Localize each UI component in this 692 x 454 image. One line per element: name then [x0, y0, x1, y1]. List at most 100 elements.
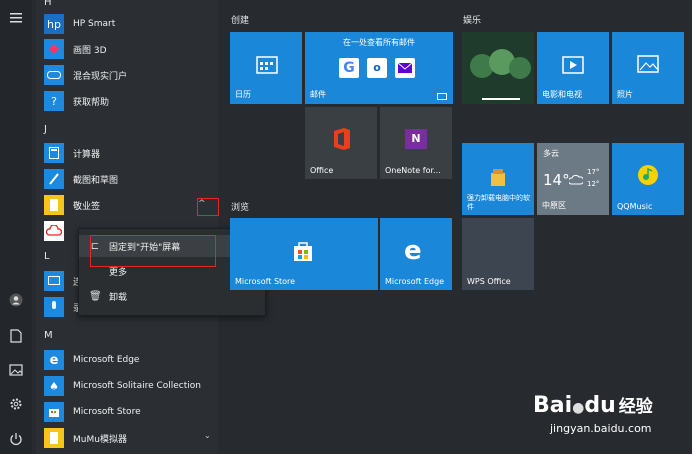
mail-header: 在一处查看所有邮件	[343, 38, 415, 47]
tile-label: QQMusic	[617, 202, 653, 211]
group-title-create[interactable]: 创建	[231, 13, 249, 26]
cloud-icon	[569, 174, 583, 185]
highlight-box-pin	[90, 235, 216, 267]
power-icon[interactable]	[8, 431, 24, 447]
app-mumu[interactable]: MuMu模拟器	[44, 427, 220, 449]
app-label: 混合现实门户	[73, 71, 128, 82]
weather-temp: 14°	[543, 171, 570, 189]
chevron-down-icon[interactable]: ⌄	[204, 431, 211, 440]
group-title-entertainment[interactable]: 娱乐	[463, 13, 481, 26]
tile-game-live[interactable]	[462, 32, 534, 104]
app-store[interactable]: Microsoft Store	[44, 401, 220, 423]
tile-office[interactable]: Office	[305, 107, 377, 179]
pictures-icon[interactable]	[8, 362, 24, 378]
weather-high: 17°	[587, 168, 600, 176]
app-get-help[interactable]: ? 获取帮助	[44, 90, 220, 112]
store-bag-icon	[294, 242, 312, 261]
tile-movies-tv[interactable]: 电影和电视	[537, 32, 609, 104]
edge-logo-icon: e	[404, 236, 422, 266]
app-jingyeqian[interactable]: 敬业签	[44, 194, 220, 216]
connect-icon	[44, 271, 64, 291]
cloud-app-icon	[44, 221, 64, 241]
edge-icon: e	[44, 350, 64, 370]
user-icon[interactable]	[8, 292, 24, 308]
game-artwork-icon	[462, 32, 534, 104]
tile-photos[interactable]: 照片	[612, 32, 684, 104]
photos-icon	[637, 55, 659, 73]
mumu-icon	[44, 428, 64, 448]
google-icon: G	[339, 58, 359, 78]
office-icon	[334, 128, 350, 150]
paw-icon: ●	[572, 400, 585, 416]
tile-label: 照片	[617, 90, 633, 99]
app-label: 截图和草图	[73, 175, 119, 186]
settings-icon[interactable]	[8, 396, 24, 412]
calendar-icon	[256, 56, 278, 74]
mixed-reality-icon	[44, 65, 64, 85]
menu-item-label: 卸载	[109, 292, 128, 303]
menu-icon[interactable]	[8, 10, 24, 26]
calculator-icon	[44, 143, 64, 163]
watermark-url: jingyan.baidu.com	[550, 422, 652, 435]
app-label: 画图 3D	[73, 45, 107, 56]
letter-header-m[interactable]: M	[44, 330, 53, 341]
tile-wps-office[interactable]: WPS Office	[462, 218, 534, 290]
app-solitaire[interactable]: ♠ Microsoft Solitaire Collection	[44, 375, 220, 397]
yahoo-mail-icon	[395, 58, 415, 78]
recorder-icon	[44, 297, 64, 317]
app-list: H hp HP Smart 画图 3D 混合现实门户 ? 获取帮助 J 计算器 …	[36, 0, 218, 454]
envelope-icon	[437, 93, 447, 100]
letter-header-j[interactable]: J	[44, 124, 47, 135]
tile-label: 强力卸载电脑中的软件	[467, 194, 530, 211]
tile-label: 中原区	[542, 201, 566, 210]
qqmusic-icon	[638, 165, 658, 185]
app-snip-sketch[interactable]: 截图和草图	[44, 168, 220, 190]
tile-label: WPS Office	[467, 277, 511, 286]
paint3d-icon	[44, 39, 64, 59]
app-label: Microsoft Solitaire Collection	[73, 381, 201, 391]
app-hp-smart[interactable]: hp HP Smart	[44, 13, 220, 35]
app-paint3d[interactable]: 画图 3D	[44, 38, 220, 60]
jingyeqian-icon	[44, 195, 64, 215]
tile-label: 邮件	[310, 90, 326, 99]
app-label: 获取帮助	[73, 97, 110, 108]
tile-edge[interactable]: e Microsoft Edge	[380, 218, 452, 290]
snip-sketch-icon	[44, 169, 64, 189]
tile-label: 日历	[235, 90, 251, 99]
store-icon	[44, 402, 64, 422]
app-calculator[interactable]: 计算器	[44, 142, 220, 164]
onenote-icon: N	[405, 129, 427, 149]
start-sidebar	[0, 0, 32, 454]
document-icon[interactable]	[8, 328, 24, 344]
tile-label: Office	[310, 166, 334, 175]
app-edge[interactable]: e Microsoft Edge	[44, 349, 220, 371]
uninstall-tool-icon	[491, 169, 505, 186]
tile-label: Microsoft Store	[235, 277, 296, 286]
tile-qqmusic[interactable]: QQMusic	[612, 143, 684, 215]
tile-calendar[interactable]: 日历	[230, 32, 302, 104]
watermark-brand: Bai	[533, 393, 573, 418]
tile-store[interactable]: Microsoft Store	[230, 218, 378, 290]
solitaire-icon: ♠	[44, 376, 64, 396]
help-icon: ?	[44, 91, 64, 111]
highlight-box-chevron	[197, 198, 219, 216]
tile-label: OneNote for...	[385, 166, 441, 175]
app-label: Microsoft Store	[73, 407, 141, 417]
tile-uninstall-tool[interactable]: 强力卸载电脑中的软件	[462, 143, 534, 215]
tile-onenote[interactable]: N OneNote for...	[380, 107, 452, 179]
watermark-cn: 经验	[618, 397, 653, 417]
app-label: 敬业签	[73, 201, 101, 212]
tile-label: 电影和电视	[542, 90, 582, 99]
weather-condition: 多云	[543, 149, 559, 158]
letter-header-h[interactable]: H	[44, 0, 52, 8]
baidu-watermark: Bai●du 经验	[533, 392, 653, 418]
tile-label: Microsoft Edge	[385, 277, 445, 286]
app-label: 计算器	[73, 149, 101, 160]
tile-mail[interactable]: 在一处查看所有邮件 G o 邮件	[305, 32, 453, 104]
app-mixed-reality[interactable]: 混合现实门户	[44, 64, 220, 86]
app-label: MuMu模拟器	[73, 434, 127, 445]
film-icon	[562, 56, 584, 74]
letter-header-l[interactable]: L	[44, 251, 50, 262]
group-title-browse[interactable]: 浏览	[231, 200, 249, 213]
tile-weather[interactable]: 多云 14° 17° 12° 中原区	[537, 143, 609, 215]
